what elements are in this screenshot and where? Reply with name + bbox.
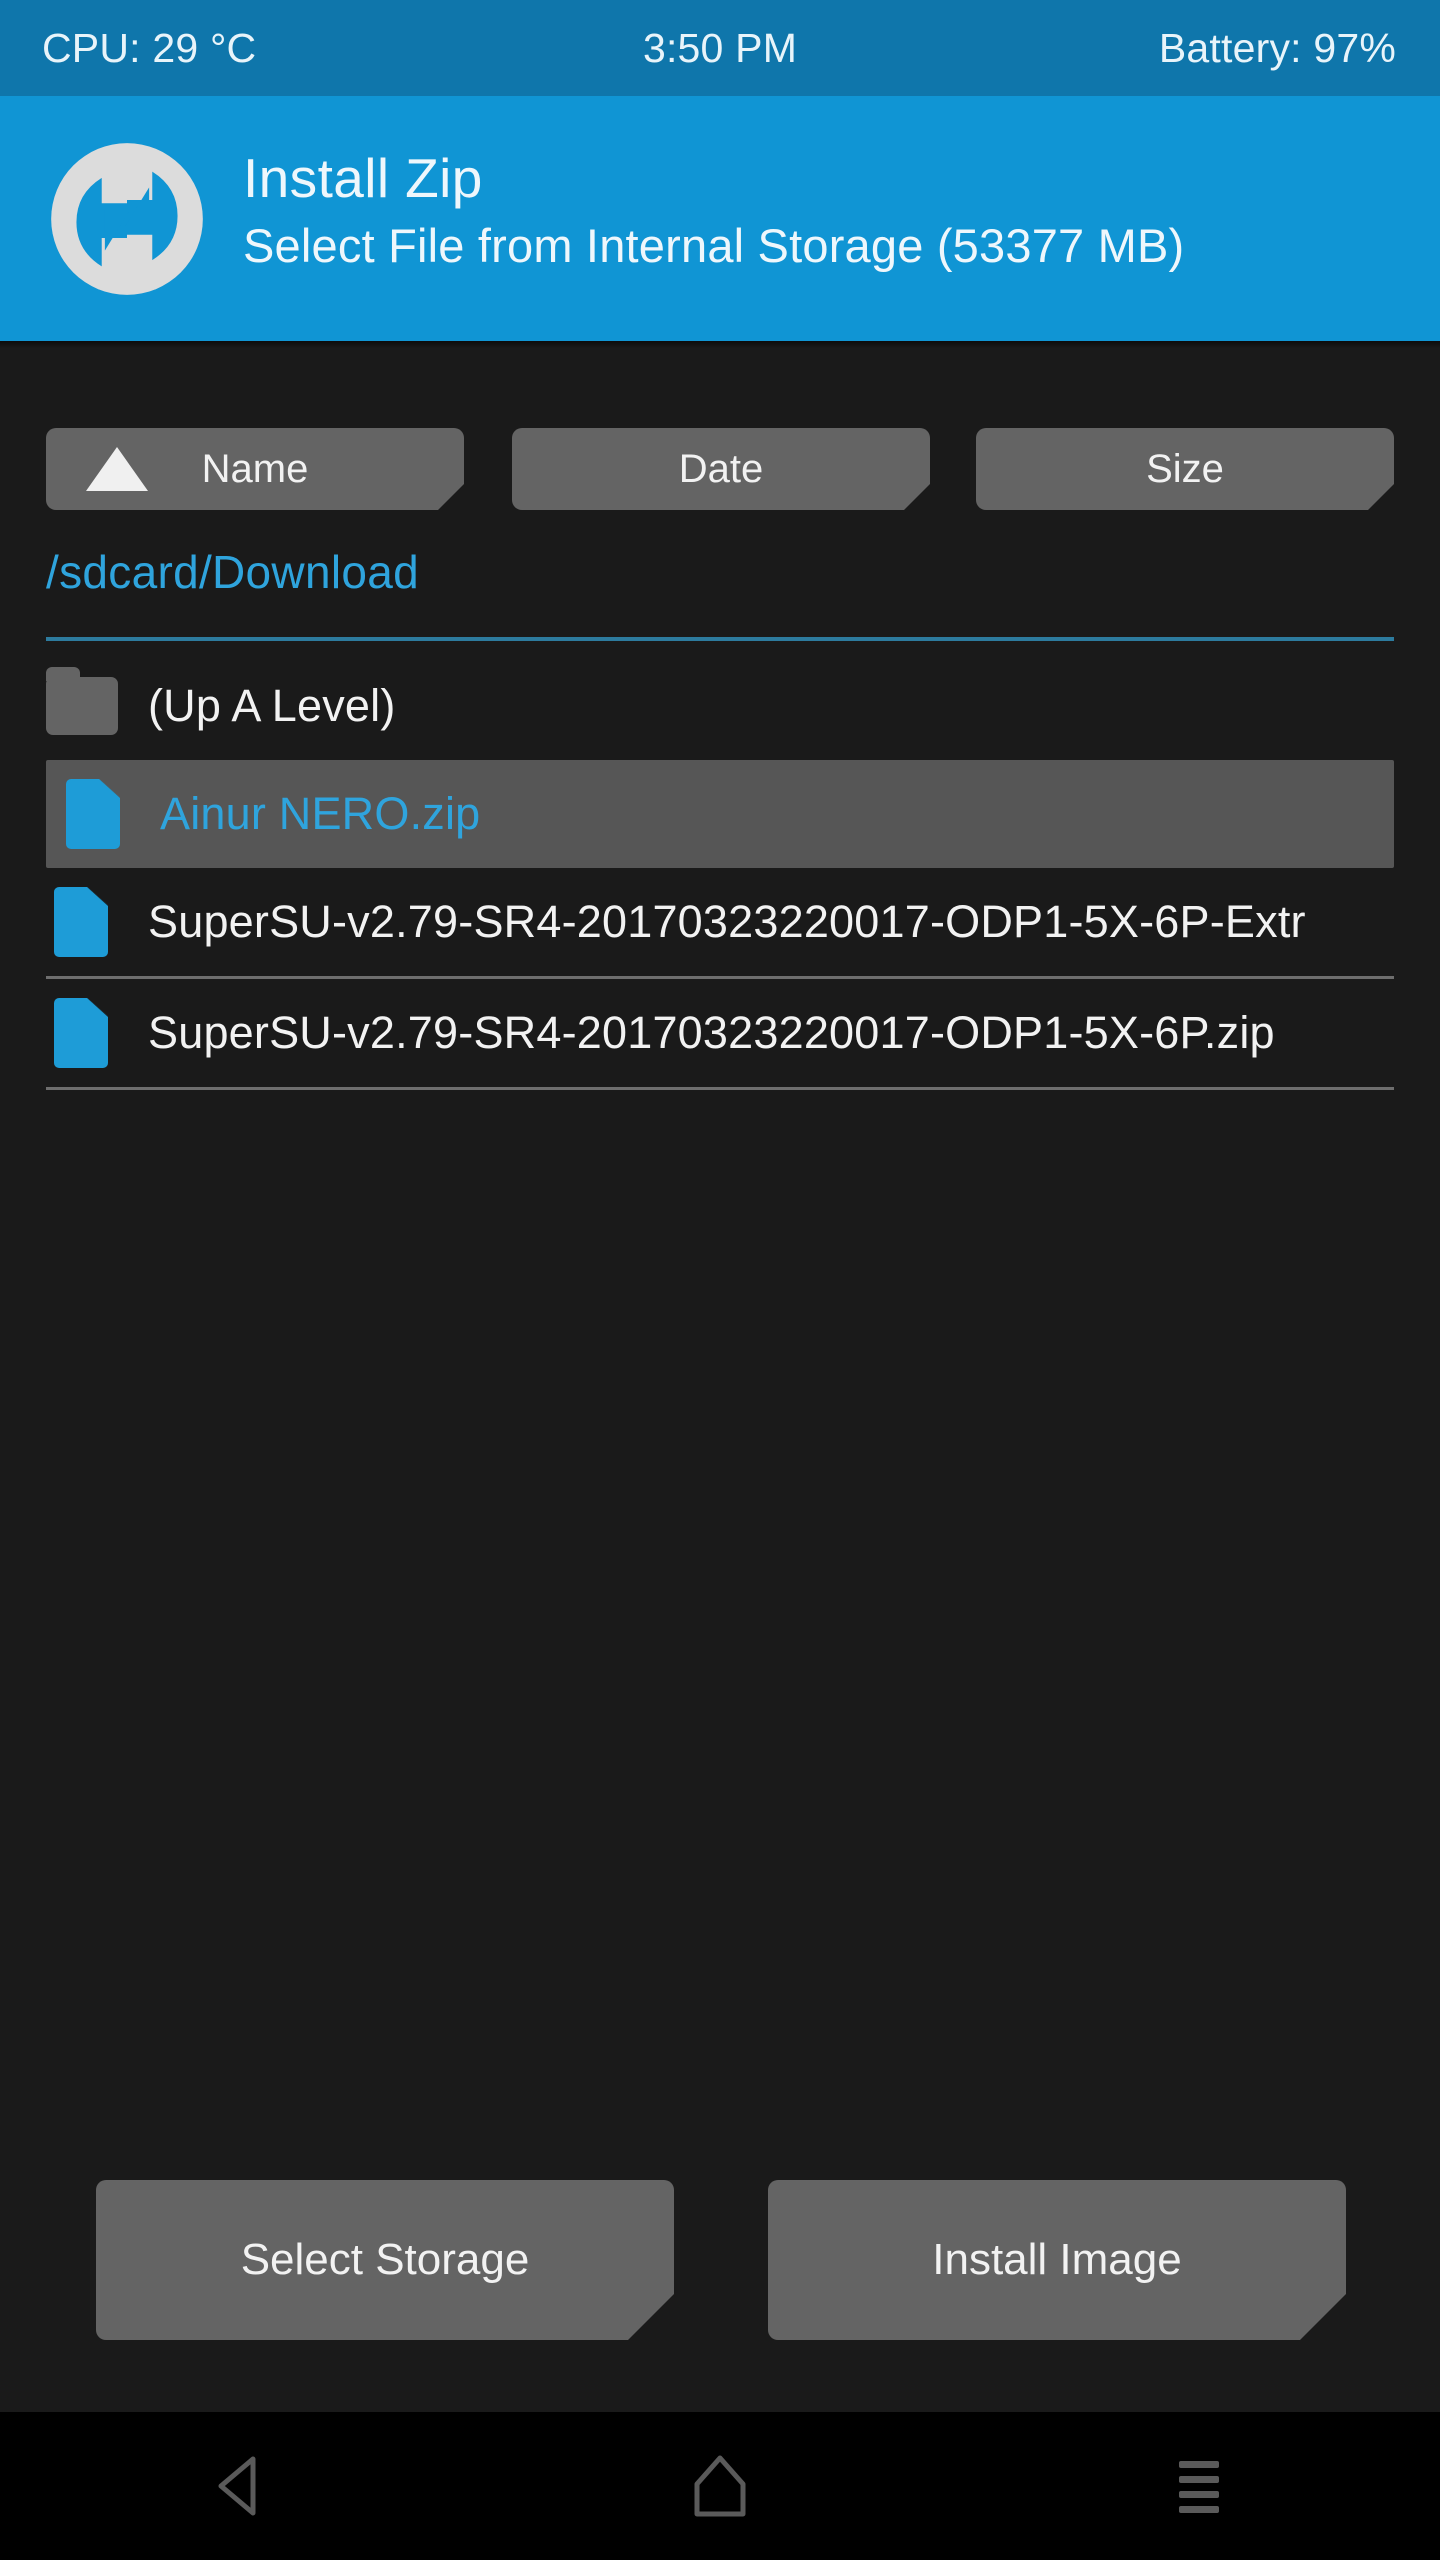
- file-list: (Up A Level) Ainur NERO.zip SuperSU-v2.7…: [0, 652, 1440, 1090]
- cpu-temperature-label: CPU: 29 °C: [42, 24, 257, 71]
- path-divider: [46, 637, 1394, 641]
- list-item-up-a-level[interactable]: (Up A Level): [0, 652, 1440, 760]
- android-navigation-bar: [0, 2412, 1440, 2560]
- home-icon[interactable]: [620, 2412, 820, 2560]
- select-storage-button[interactable]: Select Storage: [96, 2180, 674, 2340]
- back-icon[interactable]: [140, 2412, 340, 2560]
- list-item-label: (Up A Level): [148, 680, 396, 731]
- menu-icon[interactable]: [1100, 2412, 1300, 2560]
- sort-bar: Name Date Size: [0, 428, 1440, 510]
- sort-ascending-triangle-icon: [86, 447, 148, 491]
- header-text-block: Install Zip Select File from Internal St…: [243, 146, 1184, 274]
- sort-size-label: Size: [1146, 446, 1224, 491]
- current-path-label[interactable]: /sdcard/Download: [46, 545, 419, 599]
- install-image-label: Install Image: [932, 2235, 1182, 2284]
- select-storage-label: Select Storage: [240, 2235, 530, 2284]
- status-bar: CPU: 29 °C 3:50 PM Battery: 97%: [0, 0, 1440, 96]
- list-item-wrapper: SuperSU-v2.79-SR4-20170323220017-ODP1-5X…: [0, 979, 1440, 1087]
- header-shadow: [0, 341, 1440, 348]
- battery-label: Battery: 97%: [1158, 24, 1396, 71]
- list-item-label: Ainur NERO.zip: [160, 788, 481, 839]
- file-icon: [46, 996, 120, 1070]
- list-item-selected-zip[interactable]: Ainur NERO.zip: [46, 760, 1394, 868]
- install-image-button[interactable]: Install Image: [768, 2180, 1346, 2340]
- list-item-label: SuperSU-v2.79-SR4-20170323220017-ODP1-5X…: [148, 1007, 1275, 1058]
- file-icon: [46, 885, 120, 959]
- twrp-recovery-screen: CPU: 29 °C 3:50 PM Battery: 97% Install …: [0, 0, 1440, 2560]
- file-icon: [58, 777, 132, 851]
- list-item-supersu-extr[interactable]: SuperSU-v2.79-SR4-20170323220017-ODP1-5X…: [0, 868, 1440, 976]
- sort-by-size-button[interactable]: Size: [976, 428, 1394, 510]
- clock-label: 3:50 PM: [642, 24, 798, 71]
- twrp-logo-icon: [48, 140, 206, 298]
- folder-icon: [46, 667, 120, 743]
- list-item-label: SuperSU-v2.79-SR4-20170323220017-ODP1-5X…: [148, 896, 1306, 947]
- page-subtitle: Select File from Internal Storage (53377…: [243, 219, 1185, 272]
- sort-name-label: Name: [201, 446, 309, 491]
- page-header: Install Zip Select File from Internal St…: [0, 96, 1440, 341]
- sort-by-date-button[interactable]: Date: [512, 428, 930, 510]
- list-divider: [46, 1087, 1394, 1090]
- page-title: Install Zip: [243, 147, 483, 209]
- sort-by-name-button[interactable]: Name: [46, 428, 464, 510]
- list-item-supersu-zip[interactable]: SuperSU-v2.79-SR4-20170323220017-ODP1-5X…: [0, 979, 1440, 1087]
- list-item-wrapper: SuperSU-v2.79-SR4-20170323220017-ODP1-5X…: [0, 868, 1440, 976]
- sort-date-label: Date: [678, 446, 764, 491]
